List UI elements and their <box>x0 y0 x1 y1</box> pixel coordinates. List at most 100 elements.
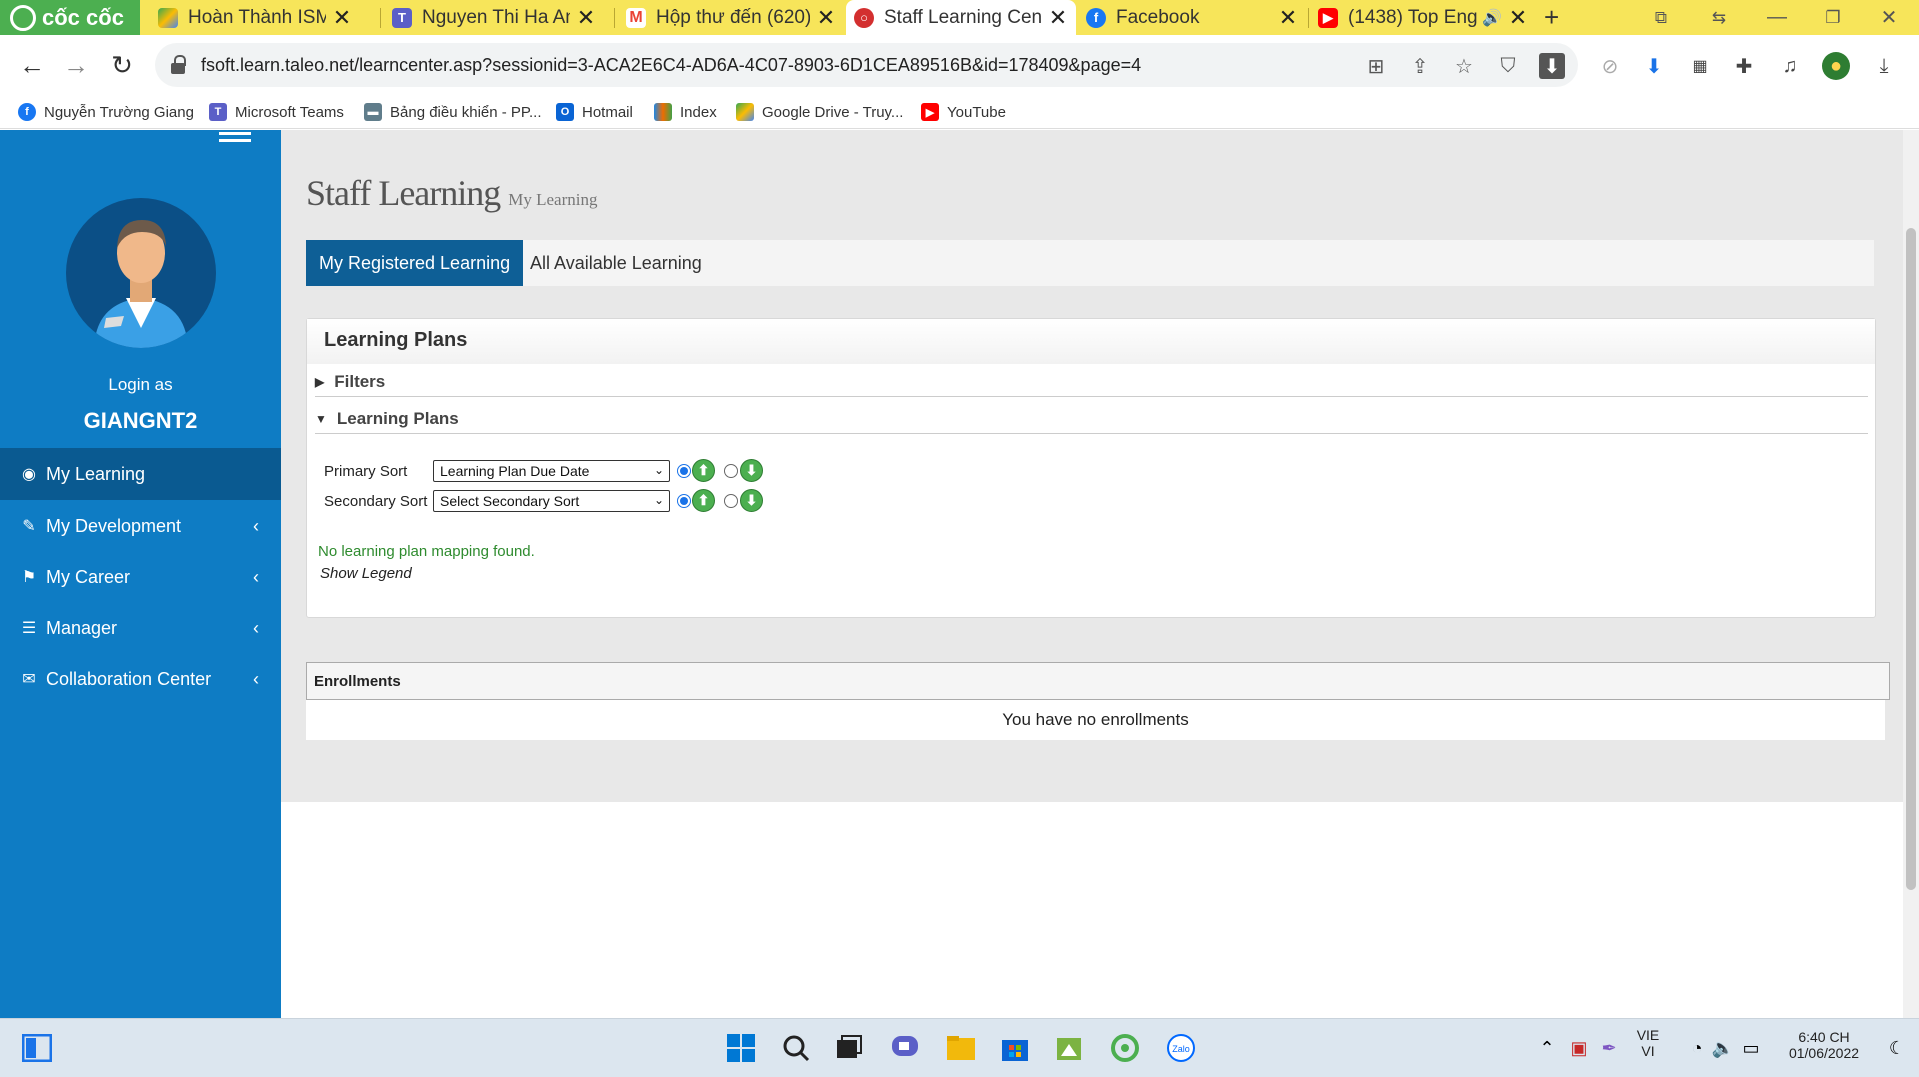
learning-plans-toggle[interactable]: ▼ Learning Plans <box>315 407 459 431</box>
download-page-icon[interactable]: ⬇ <box>1539 53 1565 79</box>
close-tab-icon[interactable]: ✕ <box>1278 5 1298 31</box>
forward-button[interactable]: → <box>58 47 94 83</box>
list-icon: ☰ <box>21 620 37 637</box>
file-explorer-icon[interactable] <box>944 1031 978 1065</box>
tab-search-icon[interactable]: ⧉ <box>1636 0 1686 35</box>
browser-tab-active[interactable]: ○ Staff Learning Cente ✕ <box>846 0 1076 35</box>
bookmark-item[interactable]: f Nguyễn Trường Giang <box>18 95 194 129</box>
qr-code-icon[interactable]: ▦ <box>1686 52 1714 80</box>
page-scrollbar[interactable] <box>1903 130 1919 1018</box>
new-tab-button[interactable]: + <box>1538 0 1572 35</box>
sidebar-item-my-learning[interactable]: ◉ My Learning <box>0 448 281 500</box>
lock-icon[interactable] <box>171 55 187 75</box>
tab-my-registered-learning[interactable]: My Registered Learning <box>306 240 524 286</box>
antivirus-tray-icon[interactable]: ▣ <box>1562 1031 1596 1065</box>
tab-title: (1438) Top Engli <box>1348 6 1479 28</box>
primary-sort-ascending-radio[interactable] <box>677 464 691 478</box>
bookmark-item[interactable]: ▬ Bảng điều khiển - PP... <box>364 95 542 129</box>
primary-sort-descending-radio[interactable] <box>724 464 738 478</box>
youtube-icon: ▶ <box>921 103 939 121</box>
filters-toggle[interactable]: ▶ Filters <box>315 370 385 394</box>
secondary-sort-descending-radio[interactable] <box>724 494 738 508</box>
share-icon[interactable]: ⇪ <box>1407 53 1433 79</box>
arrow-down-icon: ⬇ <box>740 459 763 482</box>
arrow-up-icon: ⬆ <box>692 489 715 512</box>
sidebar-item-collaboration-center[interactable]: ✉ Collaboration Center ‹ <box>0 653 281 705</box>
address-bar[interactable]: fsoft.learn.taleo.net/learncenter.asp?se… <box>155 43 1578 87</box>
back-tab-icon[interactable]: ⇆ <box>1694 0 1744 35</box>
tab-title: Hộp thư đến (620) - <box>656 6 810 28</box>
scrollbar-thumb[interactable] <box>1906 228 1916 890</box>
secondary-sort-select[interactable]: Select Secondary Sort ⌄ <box>433 490 670 512</box>
close-tab-icon[interactable]: ✕ <box>332 5 352 31</box>
extension-link-icon[interactable]: ⊘ <box>1596 52 1624 80</box>
close-tab-icon[interactable]: ✕ <box>576 5 596 31</box>
bookmark-item[interactable]: O Hotmail <box>556 95 633 129</box>
url-text[interactable]: fsoft.learn.taleo.net/learncenter.asp?se… <box>201 55 1141 76</box>
web-page: Login as GIANGNT2 ◉ My Learning ✎ My Dev… <box>0 130 1919 1018</box>
clock[interactable]: 6:40 CH 01/06/2022 <box>1774 1029 1874 1061</box>
secondary-sort-ascending-radio[interactable] <box>677 494 691 508</box>
secondary-sort-label: Secondary Sort <box>324 493 428 510</box>
download-helper-icon[interactable]: ⬇ <box>1640 52 1668 80</box>
browser-tab[interactable]: f Facebook ✕ <box>1078 0 1306 35</box>
sidebar-item-my-development[interactable]: ✎ My Development ‹ <box>0 500 281 552</box>
microsoft-store-icon[interactable] <box>998 1031 1032 1065</box>
zalo-icon[interactable]: Zalo <box>1164 1031 1198 1065</box>
hamburger-menu-icon[interactable] <box>219 132 251 146</box>
sidebar-item-my-career[interactable]: ⚑ My Career ‹ <box>0 551 281 603</box>
minimize-button[interactable]: — <box>1752 0 1802 35</box>
notifications-icon[interactable]: ☾ <box>1880 1031 1914 1065</box>
page-subtitle: My Learning <box>508 190 598 209</box>
caret-down-icon: ▼ <box>315 412 327 426</box>
browser-tab[interactable]: Hoàn Thành ISMS - ✕ <box>150 0 360 35</box>
shield-icon[interactable]: ⛉ <box>1495 53 1521 79</box>
bookmark-item[interactable]: Index <box>654 95 717 129</box>
snipping-app-icon[interactable] <box>1052 1031 1086 1065</box>
bookmark-item[interactable]: Google Drive - Truy... <box>736 95 903 129</box>
profile-avatar-icon[interactable]: ● <box>1822 52 1850 80</box>
speaker-icon[interactable]: 🔊 <box>1482 8 1502 28</box>
extensions-icon[interactable]: ✚ <box>1730 52 1758 80</box>
sidebar-item-label: My Career <box>46 566 131 587</box>
sidebar-item-manager[interactable]: ☰ Manager ‹ <box>0 602 281 654</box>
browser-tab[interactable]: ▶ (1438) Top Engli 🔊 ✕ <box>1310 0 1536 35</box>
arrow-up-icon: ⬆ <box>692 459 715 482</box>
close-tab-icon[interactable]: ✕ <box>1508 5 1528 31</box>
bookmark-star-icon[interactable]: ☆ <box>1451 53 1477 79</box>
chevron-up-icon[interactable]: ⌃ <box>1530 1031 1564 1065</box>
close-window-button[interactable]: ✕ <box>1864 0 1914 35</box>
show-legend-link[interactable]: Show Legend <box>320 565 412 582</box>
primary-sort-label: Primary Sort <box>324 463 408 480</box>
login-as-label: Login as <box>108 375 173 394</box>
restore-button[interactable]: ❐ <box>1808 0 1858 35</box>
main-content: Staff Learning My Learning My Registered… <box>281 130 1919 802</box>
battery-icon[interactable]: ▭ <box>1734 1031 1768 1065</box>
music-list-icon[interactable]: ♫ <box>1776 52 1804 80</box>
enrollments-header: Enrollments <box>306 662 1890 700</box>
bookmark-item[interactable]: ▶ YouTube <box>921 95 1006 129</box>
back-button[interactable]: ← <box>14 47 50 83</box>
close-tab-icon[interactable]: ✕ <box>1048 5 1068 31</box>
search-icon[interactable] <box>779 1031 813 1065</box>
input-language[interactable]: VIE VI <box>1630 1027 1666 1059</box>
translate-icon[interactable]: ⊞ <box>1363 53 1389 79</box>
coccoc-browser-icon[interactable] <box>1108 1031 1142 1065</box>
primary-sort-select[interactable]: Learning Plan Due Date ⌄ <box>433 460 670 482</box>
learning-tabs: My Registered Learning All Available Lea… <box>306 240 1874 286</box>
reload-button[interactable]: ↻ <box>104 47 140 83</box>
chat-icon[interactable] <box>888 1031 922 1065</box>
browser-tab[interactable]: M Hộp thư đến (620) - ✕ <box>618 0 844 35</box>
tab-all-available-learning[interactable]: All Available Learning <box>517 240 715 286</box>
coccoc-logo[interactable]: cốc cốc <box>0 0 140 35</box>
gmail-icon: M <box>626 7 646 28</box>
browser-toolbar: ← → ↻ fsoft.learn.taleo.net/learncenter.… <box>0 35 1919 95</box>
windows-start-icon[interactable] <box>724 1031 758 1065</box>
downloads-icon[interactable]: ⤓ <box>1870 52 1898 80</box>
task-view-icon[interactable] <box>832 1031 866 1065</box>
widgets-icon[interactable] <box>20 1031 54 1065</box>
browser-tab[interactable]: T Nguyen Thi Ha An ( ✕ <box>384 0 604 35</box>
pen-tray-icon[interactable]: ✒ <box>1592 1031 1626 1065</box>
close-tab-icon[interactable]: ✕ <box>816 5 836 31</box>
bookmark-item[interactable]: T Microsoft Teams <box>209 95 344 129</box>
